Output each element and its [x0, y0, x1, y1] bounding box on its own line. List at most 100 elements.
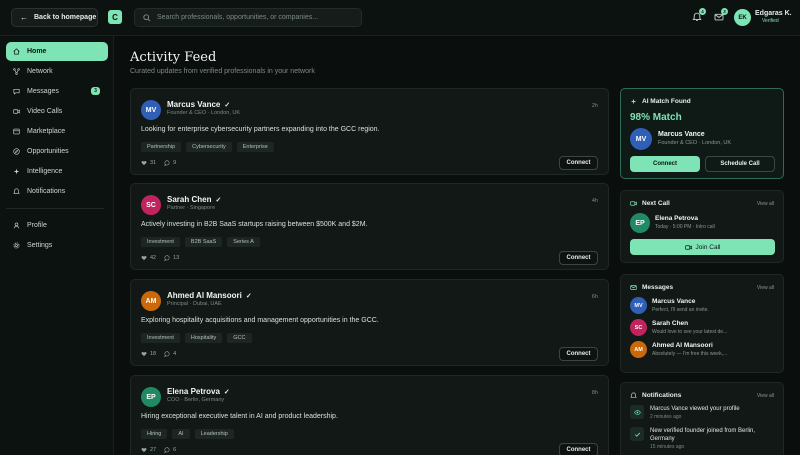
back-to-homepage-button[interactable]: ← Back to homepage — [11, 8, 98, 27]
sidebar-item-profile[interactable]: Profile — [6, 216, 108, 235]
author-name-text: Sarah Chen — [167, 195, 212, 204]
match-connect-button[interactable]: Connect — [630, 156, 700, 172]
gear-icon — [13, 242, 20, 249]
like-button[interactable]: 31 — [141, 160, 156, 166]
message-sender: Sarah Chen — [652, 320, 689, 327]
user-avatar[interactable]: EK — [734, 9, 751, 26]
messages-panel: Messages View all MV Marcus Vance Perfec… — [620, 274, 784, 373]
tag[interactable]: Leadership — [194, 429, 234, 439]
comment-button[interactable]: 9 — [164, 160, 176, 166]
call-contact-name[interactable]: Elena Petrova — [655, 215, 698, 222]
post-tags: Partnership Cybersecurity Enterprise — [141, 142, 274, 152]
author-name[interactable]: Ahmed Al Mansoori ✓ — [167, 291, 252, 300]
store-icon — [13, 128, 20, 135]
notification-time: 2 minutes ago — [650, 414, 682, 420]
sidebar-item-label: Marketplace — [27, 128, 66, 135]
app-logo[interactable]: C — [108, 10, 122, 24]
post-stats: 31 9 — [141, 160, 176, 166]
comment-button[interactable]: 13 — [164, 255, 179, 261]
tag[interactable]: Investment — [141, 333, 180, 343]
comment-button[interactable]: 4 — [164, 351, 176, 357]
tag[interactable]: Cybersecurity — [186, 142, 232, 152]
sidebar-item-settings[interactable]: Settings — [6, 236, 108, 255]
compass-icon — [13, 148, 20, 155]
next-call-title-text: Next Call — [642, 200, 670, 207]
notifications-button[interactable]: 4 — [692, 8, 706, 22]
like-button[interactable]: 27 — [141, 447, 156, 453]
search-icon — [143, 13, 151, 22]
tag[interactable]: GCC — [227, 333, 252, 343]
avatar[interactable]: SC — [141, 195, 161, 215]
match-role: Founder & CEO · London, UK — [658, 140, 732, 146]
ai-match-title-text: AI Match Found — [642, 98, 691, 105]
connect-button[interactable]: Connect — [559, 251, 598, 265]
comment-button[interactable]: 6 — [164, 447, 176, 453]
author-name[interactable]: Sarah Chen ✓ — [167, 195, 221, 204]
connect-button[interactable]: Connect — [559, 347, 598, 361]
message-item[interactable]: SC Sarah Chen Would love to see your lat… — [630, 319, 780, 339]
sidebar-item-intelligence[interactable]: Intelligence — [6, 162, 108, 181]
tag[interactable]: Investment — [141, 237, 180, 247]
check-icon — [630, 427, 644, 441]
join-call-button[interactable]: Join Call — [630, 239, 775, 255]
tag[interactable]: Hospitality — [184, 333, 223, 343]
tag[interactable]: Series A — [227, 237, 260, 247]
sidebar-item-network[interactable]: Network — [6, 62, 108, 81]
eye-icon — [630, 405, 644, 419]
author-name[interactable]: Marcus Vance ✓ — [167, 100, 230, 109]
heart-icon — [141, 161, 147, 166]
sidebar-divider — [6, 208, 104, 209]
video-icon — [13, 109, 20, 114]
notifications-count-badge: 4 — [699, 8, 706, 15]
post-time: 2h — [591, 103, 598, 109]
like-count: 31 — [150, 160, 157, 166]
user-name[interactable]: Edgaras K. — [755, 10, 792, 17]
match-name[interactable]: Marcus Vance — [658, 131, 705, 138]
search-input[interactable]: Search professionals, opportunities, or … — [134, 8, 362, 27]
user-verified-status: Verified — [762, 18, 779, 24]
sidebar-item-marketplace[interactable]: Marketplace — [6, 122, 108, 141]
author-role: Founder & CEO · London, UK — [167, 110, 241, 116]
author-name[interactable]: Elena Petrova ✓ — [167, 387, 230, 396]
ai-match-panel: AI Match Found 98% Match MV Marcus Vance… — [620, 88, 784, 179]
sidebar-item-label: Network — [27, 68, 53, 75]
schedule-call-button[interactable]: Schedule Call — [705, 156, 775, 172]
tag[interactable]: Hiring — [141, 429, 168, 439]
message-item[interactable]: MV Marcus Vance Perfect, I'll send an in… — [630, 297, 780, 317]
avatar[interactable]: MV — [141, 100, 161, 120]
sparkle-icon — [630, 98, 637, 105]
comment-count: 9 — [173, 160, 177, 166]
avatar[interactable]: EP — [141, 387, 161, 407]
sidebar-item-messages[interactable]: Messages 3 — [6, 82, 108, 101]
sidebar-item-notifications[interactable]: Notifications — [6, 182, 108, 201]
mail-icon — [630, 285, 637, 290]
tag[interactable]: B2B SaaS — [184, 237, 223, 247]
post-body: Looking for enterprise cybersecurity par… — [141, 126, 380, 133]
tag[interactable]: Enterprise — [236, 142, 274, 152]
view-all-link[interactable]: View all — [757, 201, 774, 207]
messages-button[interactable]: 3 — [714, 8, 728, 22]
like-button[interactable]: 18 — [141, 351, 156, 357]
comment-count: 13 — [173, 255, 180, 261]
post-tags: Investment B2B SaaS Series A — [141, 237, 260, 247]
notifications-title: Notifications — [630, 392, 681, 399]
sidebar-item-home[interactable]: Home — [6, 42, 108, 61]
avatar[interactable]: EP — [630, 213, 650, 233]
avatar[interactable]: AM — [141, 291, 161, 311]
author-role: COO · Berlin, Germany — [167, 397, 225, 403]
verified-check-icon: ✓ — [224, 101, 231, 109]
connect-button[interactable]: Connect — [559, 443, 598, 455]
view-all-link[interactable]: View all — [757, 393, 774, 399]
sidebar-item-opportunities[interactable]: Opportunities — [6, 142, 108, 161]
like-button[interactable]: 42 — [141, 255, 156, 261]
connect-button[interactable]: Connect — [559, 156, 598, 170]
join-call-label: Join Call — [695, 243, 721, 251]
sidebar-item-video-calls[interactable]: Video Calls — [6, 102, 108, 121]
avatar[interactable]: MV — [630, 128, 652, 150]
message-item[interactable]: AM Ahmed Al Mansoori Absolutely — I'm fr… — [630, 341, 780, 361]
network-icon — [13, 68, 20, 75]
view-all-link[interactable]: View all — [757, 285, 774, 291]
tag[interactable]: Partnership — [141, 142, 182, 152]
top-bar: ← Back to homepage C Search professional… — [0, 0, 800, 36]
tag[interactable]: AI — [172, 429, 190, 439]
